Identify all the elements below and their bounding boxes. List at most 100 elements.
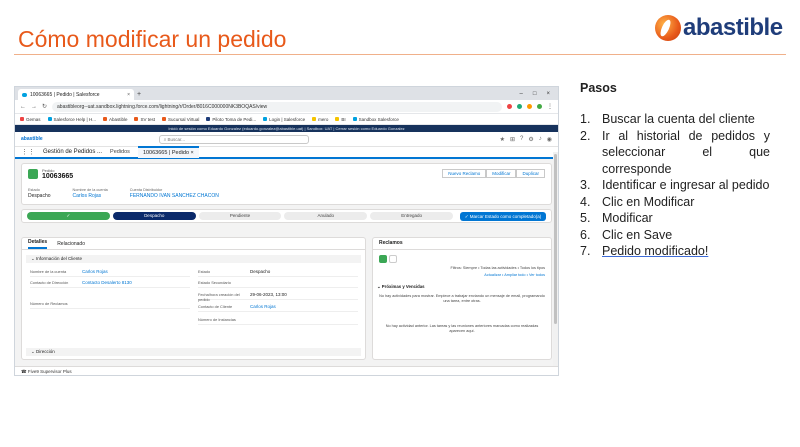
browser-screenshot: 10063665 | Pedido | Salesforce × + – □ ×… bbox=[14, 86, 559, 376]
forward-arrow-icon[interactable]: → bbox=[31, 104, 37, 110]
section-header-direccion[interactable]: ⌄ Dirección bbox=[26, 348, 361, 356]
record-highlights: Pedido 10063665 Nuevo Reclamo Modificar … bbox=[21, 163, 552, 205]
favorites-icon[interactable]: ★ bbox=[500, 136, 505, 143]
reclamos-title: Reclamos bbox=[373, 238, 551, 250]
new-activity-icon[interactable] bbox=[379, 255, 387, 263]
close-tab-icon[interactable]: × bbox=[127, 92, 130, 98]
bookmark-item[interactable]: Sucursal Virtual bbox=[161, 117, 199, 122]
bell-icon[interactable]: ♪ bbox=[539, 136, 542, 143]
no-activity-message: No hay actividades para mostrar. Empiece… bbox=[379, 294, 545, 303]
field[interactable]: Número de Instancias bbox=[198, 315, 358, 325]
extension-icon[interactable] bbox=[517, 104, 522, 109]
nav-item-pedidos[interactable]: Pedidos bbox=[110, 149, 130, 155]
window-controls: – □ × bbox=[520, 89, 558, 100]
scrollbar[interactable] bbox=[553, 152, 558, 366]
field[interactable]: Estado Despacho bbox=[198, 267, 358, 277]
steps-heading: Pasos bbox=[580, 81, 617, 95]
workspace-tab[interactable]: 10063665 | Pedido × bbox=[137, 146, 199, 158]
browser-tab-title: 10063665 | Pedido | Salesforce bbox=[30, 91, 100, 98]
upcoming-section[interactable]: ⌄ Próximas y Vencidas bbox=[377, 284, 547, 290]
title-divider bbox=[14, 54, 786, 55]
extension-icon[interactable] bbox=[527, 104, 532, 109]
kebab-menu-icon[interactable]: ⋮ bbox=[547, 103, 553, 110]
new-tab-icon[interactable]: + bbox=[134, 89, 144, 100]
step-item: 4. Clic en Modificar bbox=[580, 194, 695, 209]
bookmark-item[interactable]: Abastible bbox=[102, 117, 127, 122]
global-search-input[interactable]: ⌕ Buscar... bbox=[158, 134, 309, 144]
reload-icon[interactable]: ↻ bbox=[42, 103, 47, 110]
header-icons: ★ ⊞ ? ⚙ ♪ ◉ bbox=[500, 136, 552, 143]
duplicar-button[interactable]: Duplicar bbox=[516, 169, 545, 178]
flame-logo-icon bbox=[655, 15, 681, 41]
url-text: abastibleorg--uat.sandbox.lightning.forc… bbox=[57, 103, 268, 110]
tab-detalles[interactable]: Detalles bbox=[28, 239, 48, 249]
path-stage[interactable]: Entregado bbox=[370, 212, 453, 220]
detail-tabs: Detalles Relacionado bbox=[22, 238, 365, 250]
extension-icon[interactable] bbox=[507, 104, 512, 109]
add-icon[interactable]: ⊞ bbox=[510, 136, 515, 143]
back-arrow-icon[interactable]: ← bbox=[20, 104, 26, 110]
utility-bar[interactable]: ☎ Five9 Supervisor Plus bbox=[15, 366, 558, 375]
step-item: 3. Identificar e ingresar al pedido bbox=[580, 178, 770, 192]
close-window-icon[interactable]: × bbox=[546, 89, 550, 100]
help-icon[interactable]: ? bbox=[520, 136, 523, 143]
bookmark-item[interactable]: mero bbox=[312, 117, 328, 122]
bookmark-item[interactable]: SV test bbox=[134, 117, 155, 122]
field[interactable]: Contacto de Dirección Contacto Desalerto… bbox=[30, 278, 190, 288]
logo-text: abastible bbox=[683, 14, 783, 41]
minimize-icon[interactable]: – bbox=[520, 89, 523, 100]
activity-links[interactable]: Actualizar • Ampliar todo • Ver todos bbox=[484, 273, 545, 277]
avatar[interactable]: ◉ bbox=[547, 136, 552, 143]
bookmark-item[interactable]: BI bbox=[335, 117, 346, 122]
detail-panel: Detalles Relacionado ⌄ Información del C… bbox=[21, 237, 366, 360]
field[interactable]: Fecha/hora creación del pedido 29-06-202… bbox=[198, 290, 358, 302]
path-stage[interactable]: ✓ bbox=[27, 212, 110, 220]
record-actions: Nuevo Reclamo Modificar Duplicar bbox=[442, 169, 545, 178]
bookmarks-bar: Gemas Salesforce Help | H... Abastible S… bbox=[15, 114, 558, 125]
path-stage-current[interactable]: Despacho bbox=[112, 212, 196, 220]
field-grid: Nombre de la cuenta Carlos Rojas Estado … bbox=[30, 265, 358, 327]
field[interactable]: Nombre de la cuenta Carlos Rojas bbox=[30, 267, 190, 277]
browser-tab[interactable]: 10063665 | Pedido | Salesforce × bbox=[18, 89, 134, 100]
maximize-icon[interactable]: □ bbox=[533, 89, 537, 100]
app-navigation: ⋮⋮ Gestión de Pedidos ... Pedidos 100636… bbox=[15, 146, 558, 159]
nuevo-reclamo-button[interactable]: Nuevo Reclamo bbox=[442, 169, 487, 178]
modificar-button[interactable]: Modificar bbox=[486, 169, 517, 178]
step-item: 2. Ir al historial de pedidos y seleccion… bbox=[580, 128, 770, 176]
highlight-field[interactable]: Nombre de la cuenta Carlos Rojas bbox=[73, 188, 108, 199]
bookmark-item[interactable]: Sandbox Salesforce bbox=[352, 117, 399, 122]
past-activity-message: No hay actividad anterior. Las tareas y … bbox=[385, 324, 539, 333]
app-name: Gestión de Pedidos ... bbox=[43, 149, 103, 155]
bookmark-item[interactable]: Salesforce Help | H... bbox=[47, 117, 96, 122]
bookmark-item[interactable]: Piloto Toma de Pedi... bbox=[206, 117, 256, 122]
step-item: 7. Pedido modificado! bbox=[580, 244, 709, 258]
salesforce-logo[interactable]: abastible bbox=[21, 136, 43, 142]
field[interactable]: Número de Reclamos bbox=[30, 299, 190, 309]
abastible-logo: abastible bbox=[655, 12, 785, 44]
bookmark-item[interactable]: Gemas bbox=[20, 117, 41, 122]
url-input[interactable]: abastibleorg--uat.sandbox.lightning.forc… bbox=[52, 101, 502, 112]
chevron-down-icon[interactable] bbox=[389, 255, 397, 263]
field[interactable]: Estado Secundario bbox=[198, 278, 358, 288]
steps-list: 1. Buscar la cuenta del cliente 2. Ir al h… bbox=[580, 111, 770, 260]
app-launcher-icon[interactable]: ⋮⋮ bbox=[21, 148, 35, 156]
phone-icon: ☎ bbox=[21, 369, 28, 374]
salesforce-header: abastible ⌕ Buscar... ★ ⊞ ? ⚙ ♪ ◉ bbox=[15, 132, 558, 147]
highlight-fields: Estado Despacho Nombre de la cuenta Carl… bbox=[28, 188, 219, 199]
tab-relacionado[interactable]: Relacionado bbox=[57, 241, 85, 249]
profile-avatar-icon[interactable] bbox=[537, 104, 542, 109]
mark-status-complete-button[interactable]: ✓ Marcar Estado como completado(a) bbox=[459, 211, 546, 221]
sandbox-banner: Inició de sesión como Eduardo Gonzalez (… bbox=[15, 125, 558, 132]
record-name: 10063665 bbox=[42, 173, 74, 180]
highlight-field[interactable]: Cuenta Distribuidor FERNANDO IVAN SANCHE… bbox=[130, 188, 219, 199]
path-stage[interactable]: Anulado bbox=[284, 212, 368, 220]
bookmark-item[interactable]: Login | Salesforce bbox=[263, 117, 305, 122]
step-item: 6. Clic en Save bbox=[580, 227, 673, 242]
field[interactable]: Contacto de Cliente Carlos Rojas bbox=[198, 302, 358, 312]
section-header[interactable]: ⌄ Información del Cliente bbox=[26, 255, 361, 263]
path-stage[interactable]: Pendiente bbox=[198, 212, 282, 220]
salesforce-cloud-icon bbox=[22, 92, 27, 97]
activity-filter[interactable]: Filtros: Siempre • Todas las actividades… bbox=[450, 266, 545, 270]
gear-icon[interactable]: ⚙ bbox=[528, 136, 533, 143]
record-body: Detalles Relacionado ⌄ Información del C… bbox=[21, 237, 552, 360]
